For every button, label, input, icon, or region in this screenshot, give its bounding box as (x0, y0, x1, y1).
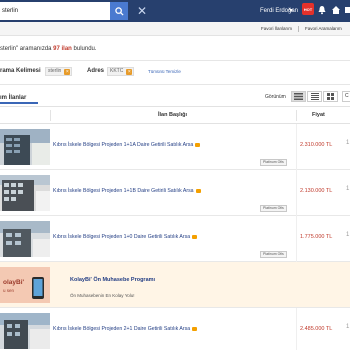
column-divider (296, 170, 297, 216)
grid-view-button[interactable] (323, 91, 338, 102)
clear-all-filters-link[interactable]: Tümünü Temizle (148, 69, 181, 74)
ad-title[interactable]: KolayBi' Ön Muhasebe Programı (70, 277, 155, 283)
list-view-button[interactable] (291, 91, 306, 102)
listing-thumbnail[interactable] (0, 129, 50, 165)
compact-list-icon (310, 93, 319, 100)
chevron-down-icon[interactable] (289, 9, 293, 12)
keyword-filter-chip[interactable]: sterlin × (45, 67, 73, 76)
ad-thumbnail-subtext: u sen (3, 288, 15, 293)
listing-price: 2.485.000 TL (300, 326, 333, 332)
divider (0, 60, 350, 61)
address-filter-chip[interactable]: KKTC × (107, 67, 135, 76)
sponsored-ad-row[interactable]: olayBi' u sen KolayBi' Ön Muhasebe Progr… (0, 262, 350, 308)
row-date-fragment: 1 (346, 140, 350, 146)
top-header-bar: sterlin ✕ Ferdi Erdoğan HOT (0, 0, 350, 22)
premium-office-badge: Platinum Ofis (260, 205, 287, 212)
listing-row[interactable]: Kıbrıs İskele Bölgesi Projeden 1+1B Dair… (0, 170, 350, 216)
ad-subtitle: Ön Muhasebenin En Kolay Yolu! (70, 293, 135, 298)
remove-filter-icon[interactable]: × (64, 69, 71, 75)
column-divider (296, 110, 297, 121)
listing-title[interactable]: Kıbrıs İskele Bölgesi Projeden 1+1A Dair… (53, 142, 201, 148)
account-sublinks: Favori İlanlarım Favori Aramalarım (0, 22, 350, 36)
hot-badge[interactable]: HOT (302, 3, 314, 15)
notification-bell-icon[interactable] (317, 5, 327, 15)
premium-office-badge: Platinum Ofis (260, 251, 287, 258)
grid-view-icon (327, 93, 334, 100)
remove-filter-icon[interactable]: × (126, 69, 133, 75)
messages-icon[interactable] (344, 5, 350, 15)
col-header-title[interactable]: İlan Başlığı (158, 112, 187, 118)
search-input[interactable]: sterlin (0, 2, 110, 20)
listing-title[interactable]: Kıbrıs İskele Bölgesi Projeden 1+0 Daire… (53, 234, 198, 240)
row-date-fragment: 1 (346, 324, 350, 330)
crown-icon (192, 326, 198, 331)
keyword-filter-value: sterlin (48, 68, 62, 74)
divider (0, 106, 350, 107)
crown-icon (195, 188, 201, 193)
crown-icon (192, 234, 198, 239)
column-divider (296, 308, 297, 350)
list-view-icon (294, 93, 303, 100)
address-filter-value: KKTC (110, 68, 124, 74)
listing-price: 2.310.000 TL (300, 142, 333, 148)
search-icon (114, 6, 124, 16)
listing-title-text[interactable]: Kıbrıs İskele Bölgesi Projeden 1+1A Dair… (53, 142, 193, 148)
clear-search-icon[interactable]: ✕ (136, 3, 148, 19)
sort-dropdown[interactable]: C (342, 91, 350, 102)
favorite-searches-link[interactable]: Favori Aramalarım (305, 26, 342, 31)
search-button[interactable] (110, 2, 128, 20)
crown-icon (195, 142, 201, 147)
column-divider (296, 216, 297, 262)
column-divider (296, 124, 297, 170)
compact-view-button[interactable] (307, 91, 322, 102)
listing-price: 2.130.000 TL (300, 188, 333, 194)
listing-title[interactable]: Kıbrıs İskele Bölgesi Projeden 1+1B Dair… (53, 188, 201, 194)
tab-my-listings[interactable]: ım İlanlar (0, 92, 38, 104)
listing-thumbnail[interactable] (0, 175, 50, 211)
favorite-listings-link[interactable]: Favori İlanlarım (261, 26, 292, 31)
ad-thumbnail[interactable]: olayBi' u sen (0, 267, 50, 303)
sublink-divider (298, 26, 299, 32)
address-filter-label: Adres (87, 68, 105, 74)
listing-row[interactable]: Kıbrıs İskele Bölgesi Projeden 1+0 Daire… (0, 216, 350, 262)
result-prefix: sterlin" aramanızda (0, 46, 52, 52)
listing-title[interactable]: Kıbrıs İskele Bölgesi Projeden 2+1 Daire… (53, 326, 198, 332)
divider (0, 84, 350, 85)
listing-title-text[interactable]: Kıbrıs İskele Bölgesi Projeden 1+0 Daire… (53, 234, 190, 240)
ad-thumbnail-text: olayBi' (3, 279, 25, 286)
home-icon[interactable] (331, 5, 341, 15)
col-header-price[interactable]: Fiyat (312, 112, 325, 118)
listing-thumbnail[interactable] (0, 221, 50, 257)
result-count: 97 ilan (53, 46, 72, 52)
column-divider (50, 110, 51, 121)
result-suffix: bulundu. (73, 46, 97, 52)
row-date-fragment: 1 (346, 186, 350, 192)
listing-thumbnail[interactable] (0, 313, 50, 349)
listing-row[interactable]: Kıbrıs İskele Bölgesi Projeden 2+1 Daire… (0, 308, 350, 350)
listing-title-text[interactable]: Kıbrıs İskele Bölgesi Projeden 1+1B Dair… (53, 188, 194, 194)
view-label: Görünüm (265, 94, 286, 100)
row-date-fragment: 1 (346, 232, 350, 238)
listing-row[interactable]: Kıbrıs İskele Bölgesi Projeden 1+1A Dair… (0, 124, 350, 170)
result-summary: sterlin" aramanızda 97 ilan bulundu. (0, 46, 97, 52)
keyword-filter-label: rama Kelimesi (0, 68, 41, 74)
listing-price: 1.775.000 TL (300, 234, 333, 240)
premium-office-badge: Platinum Ofis (260, 159, 287, 166)
listing-title-text[interactable]: Kıbrıs İskele Bölgesi Projeden 2+1 Daire… (53, 326, 190, 332)
